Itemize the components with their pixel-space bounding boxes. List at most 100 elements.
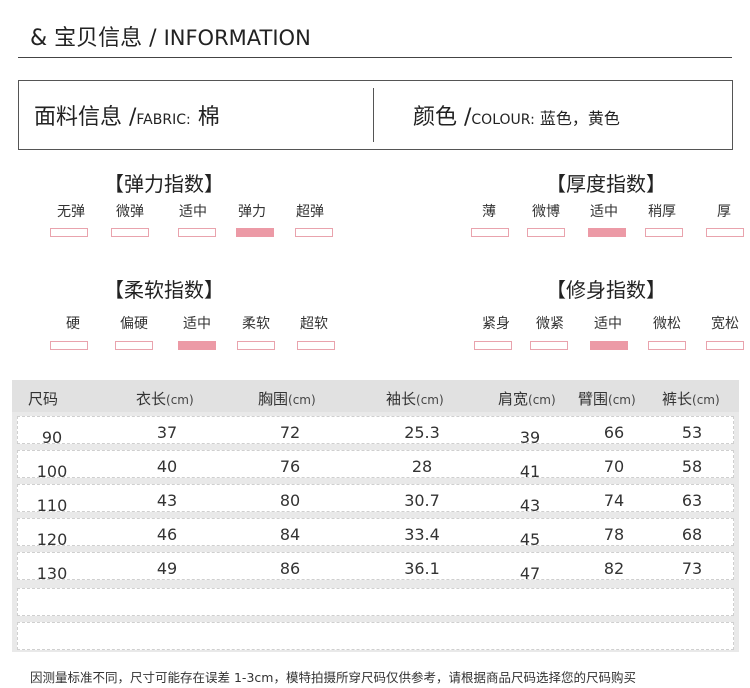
table-cell: 86 <box>279 559 301 578</box>
index-title: 【柔软指数】 <box>104 278 224 302</box>
index-option-label: 弹力 <box>238 204 266 220</box>
column-header-unit: (cm) <box>608 393 636 407</box>
index-option-label: 薄 <box>482 204 496 220</box>
fabric-value: 棉 <box>190 105 220 130</box>
column-header-unit: (cm) <box>288 393 316 407</box>
table-cell: 68 <box>681 525 703 544</box>
index-option-label: 厚 <box>717 204 731 220</box>
index-indicator <box>706 341 744 350</box>
column-header-label: 袖长 <box>386 390 417 408</box>
index-indicator <box>111 228 149 237</box>
table-cell: 72 <box>279 423 301 442</box>
table-cell: 74 <box>603 491 625 510</box>
table-cell: 53 <box>681 423 703 442</box>
column-header-unit: (cm) <box>528 393 556 407</box>
index-title: 【修身指数】 <box>546 278 666 302</box>
column-header: 尺码 <box>28 388 58 409</box>
index-indicator <box>645 228 683 237</box>
index-option-label: 微松 <box>653 316 681 332</box>
column-header-label: 臂围 <box>578 390 609 408</box>
column-header: 衣长(cm) <box>136 388 194 409</box>
colour-label: 颜色 / <box>413 105 472 130</box>
index-indicator <box>115 341 153 350</box>
column-header: 臂围(cm) <box>578 388 636 409</box>
index-indicator <box>706 228 744 237</box>
section-title: & 宝贝信息 / INFORMATION <box>30 20 311 52</box>
index-title: 【弹力指数】 <box>104 172 224 196</box>
colour-info: 颜色 /COLOUR: 蓝色，黄色 <box>413 99 620 131</box>
table-cell: 28 <box>411 457 433 476</box>
index-option-label: 稍厚 <box>648 204 676 220</box>
table-cell: 110 <box>36 496 68 515</box>
index-indicator-selected <box>178 341 216 350</box>
index-indicator <box>648 341 686 350</box>
section-title-en: INFORMATION <box>163 26 311 50</box>
table-cell: 66 <box>603 423 625 442</box>
index-option-label: 适中 <box>179 204 207 220</box>
index-option-label: 紧身 <box>482 316 510 332</box>
column-header: 袖长(cm) <box>386 388 444 409</box>
table-cell: 84 <box>279 525 301 544</box>
table-cell: 100 <box>36 462 68 481</box>
index-indicator <box>471 228 509 237</box>
index-indicator <box>527 228 565 237</box>
table-cell: 63 <box>681 491 703 510</box>
index-option-label: 无弹 <box>57 204 85 220</box>
column-header-unit: (cm) <box>416 393 444 407</box>
index-option-label: 柔软 <box>242 316 270 332</box>
table-row-empty <box>17 588 734 616</box>
index-indicator <box>297 341 335 350</box>
colour-label-en: COLOUR: <box>471 112 535 128</box>
table-cell: 43 <box>519 496 541 515</box>
table-cell: 82 <box>603 559 625 578</box>
column-header: 裤长(cm) <box>662 388 720 409</box>
index-indicator <box>50 228 88 237</box>
column-header-label: 裤长 <box>662 390 693 408</box>
measurement-note: 因测量标准不同，尺寸可能存在误差 1-3cm，模特拍摄所穿尺码仅供参考，请根据商… <box>30 670 636 685</box>
index-option-label: 宽松 <box>711 316 739 332</box>
table-cell: 80 <box>279 491 301 510</box>
index-option-label: 微博 <box>532 204 560 220</box>
index-indicator-selected <box>236 228 274 237</box>
index-option-label: 微紧 <box>536 316 564 332</box>
table-cell: 25.3 <box>404 423 440 442</box>
fabric-label: 面料信息 / <box>34 105 137 130</box>
column-header-label: 胸围 <box>258 390 289 408</box>
column-header-unit: (cm) <box>692 393 720 407</box>
column-header: 肩宽(cm) <box>498 388 556 409</box>
table-cell: 70 <box>603 457 625 476</box>
table-cell: 39 <box>519 428 541 447</box>
fabric-info: 面料信息 /FABRIC: 棉 <box>34 99 220 131</box>
index-indicator <box>474 341 512 350</box>
index-indicator <box>237 341 275 350</box>
table-cell: 58 <box>681 457 703 476</box>
colour-value: 蓝色，黄色 <box>534 109 620 128</box>
index-indicator <box>50 341 88 350</box>
index-indicator <box>530 341 568 350</box>
header-divider <box>18 57 732 58</box>
table-cell: 78 <box>603 525 625 544</box>
info-divider <box>373 88 374 142</box>
table-cell: 49 <box>156 559 178 578</box>
table-cell: 37 <box>156 423 178 442</box>
table-cell: 30.7 <box>404 491 440 510</box>
table-row-empty <box>17 622 734 650</box>
table-cell: 40 <box>156 457 178 476</box>
title-separator: / <box>142 26 164 51</box>
index-option-label: 硬 <box>66 316 80 332</box>
index-option-label: 微弹 <box>116 204 144 220</box>
table-cell: 90 <box>41 428 63 447</box>
index-option-label: 偏硬 <box>120 316 148 332</box>
index-indicator-selected <box>588 228 626 237</box>
table-cell: 43 <box>156 491 178 510</box>
index-option-label: 适中 <box>590 204 618 220</box>
table-cell: 47 <box>519 564 541 583</box>
index-option-label: 适中 <box>594 316 622 332</box>
index-indicator <box>178 228 216 237</box>
index-indicator-selected <box>590 341 628 350</box>
table-cell: 33.4 <box>404 525 440 544</box>
table-cell: 130 <box>36 564 68 583</box>
fabric-label-en: FABRIC: <box>136 112 191 128</box>
table-cell: 46 <box>156 525 178 544</box>
table-cell: 120 <box>36 530 68 549</box>
